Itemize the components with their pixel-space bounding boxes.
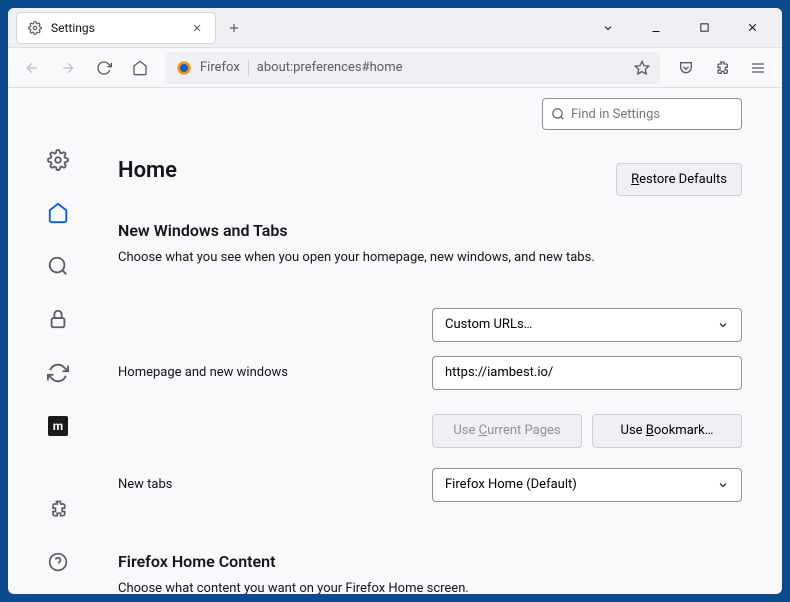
- dropdown-value: Custom URLs…: [445, 317, 532, 332]
- search-settings[interactable]: [542, 98, 742, 130]
- firefox-icon: [176, 60, 192, 76]
- menu-button[interactable]: [742, 52, 774, 84]
- homepage-url-input[interactable]: [432, 356, 742, 390]
- sidebar-item-help[interactable]: [42, 551, 74, 574]
- close-icon[interactable]: [189, 20, 205, 36]
- search-input[interactable]: [571, 107, 737, 122]
- reload-button[interactable]: [88, 52, 120, 84]
- chevron-down-icon[interactable]: [594, 14, 622, 42]
- titlebar: Settings: [8, 8, 782, 48]
- minimize-button[interactable]: [642, 14, 670, 42]
- maximize-button[interactable]: [690, 14, 718, 42]
- newtabs-dropdown[interactable]: Firefox Home (Default): [432, 468, 742, 502]
- back-button[interactable]: [16, 52, 48, 84]
- forward-button[interactable]: [52, 52, 84, 84]
- home-button[interactable]: [124, 52, 156, 84]
- url-bar[interactable]: Firefox about:preferences#home: [166, 52, 660, 84]
- section-firefox-home-title: Firefox Home Content: [118, 552, 742, 571]
- separator: [248, 60, 249, 76]
- search-icon: [551, 107, 565, 121]
- restore-defaults-button[interactable]: Restore Defaults: [616, 163, 742, 196]
- use-bookmark-button[interactable]: Use Bookmark…: [592, 414, 742, 448]
- gear-icon: [27, 20, 43, 36]
- window-controls: [582, 14, 778, 42]
- tab-title: Settings: [51, 21, 181, 35]
- sidebar-item-search[interactable]: [42, 255, 74, 278]
- toolbar: Firefox about:preferences#home: [8, 48, 782, 88]
- newtabs-label: New tabs: [118, 477, 432, 492]
- mdn-icon: m: [48, 416, 68, 436]
- chevron-down-icon: [717, 319, 729, 331]
- homepage-mode-dropdown[interactable]: Custom URLs…: [432, 308, 742, 342]
- urlbar-url: about:preferences#home: [257, 60, 626, 75]
- sidebar-item-home[interactable]: [42, 201, 74, 224]
- extensions-button[interactable]: [706, 52, 738, 84]
- close-window-button[interactable]: [738, 14, 766, 42]
- chevron-down-icon: [717, 479, 729, 491]
- main-content: Home Restore Defaults New Windows and Ta…: [108, 88, 782, 594]
- sidebar-item-extensions[interactable]: [42, 498, 74, 521]
- homepage-label: Homepage and new windows: [118, 365, 432, 380]
- urlbar-identity: Firefox: [200, 60, 240, 75]
- section-firefox-home-desc: Choose what content you want on your Fir…: [118, 579, 742, 595]
- sidebar-item-privacy[interactable]: [42, 308, 74, 331]
- browser-tab[interactable]: Settings: [16, 12, 216, 44]
- sidebar-item-general[interactable]: [42, 148, 74, 171]
- sidebar: m: [8, 88, 108, 594]
- section-new-windows-desc: Choose what you see when you open your h…: [118, 248, 742, 268]
- pocket-button[interactable]: [670, 52, 702, 84]
- dropdown-value: Firefox Home (Default): [445, 477, 577, 492]
- new-tab-button[interactable]: [220, 14, 248, 42]
- sidebar-item-sync[interactable]: [42, 361, 74, 384]
- use-current-pages-button: Use Current Pages: [432, 414, 582, 448]
- section-new-windows-title: New Windows and Tabs: [118, 221, 742, 240]
- star-icon[interactable]: [634, 60, 650, 76]
- sidebar-item-mdn[interactable]: m: [42, 414, 74, 437]
